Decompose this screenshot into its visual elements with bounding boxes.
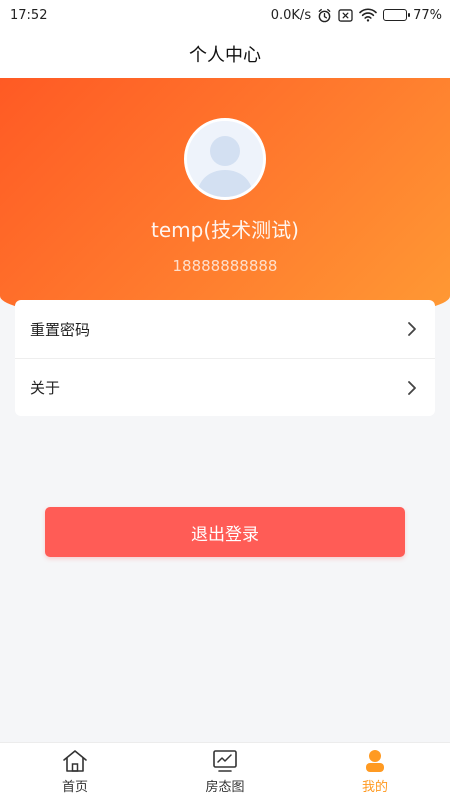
user-icon <box>366 749 384 772</box>
battery-percent: 77% <box>413 7 442 23</box>
wifi-icon <box>359 8 377 22</box>
menu-item-reset-password[interactable]: 重置密码 <box>15 300 435 358</box>
avatar[interactable] <box>184 118 266 200</box>
tab-label: 我的 <box>361 779 388 795</box>
profile-header <box>0 78 450 324</box>
user-phone: 18888888888 <box>172 257 278 275</box>
network-speed: 0.0K/s <box>270 7 312 23</box>
bottom-tab-bar: 首页 房态图 我的 <box>0 742 450 800</box>
menu-item-label: 重置密码 <box>30 320 91 339</box>
home-icon <box>63 749 87 772</box>
chevron-right-icon <box>407 380 417 396</box>
alarm-icon <box>317 8 332 23</box>
user-avatar-icon <box>187 121 263 197</box>
battery-icon <box>383 9 411 21</box>
nav-bar: 个人中心 <box>0 30 450 78</box>
chevron-right-icon <box>407 321 417 337</box>
user-name: temp(技术测试) <box>151 218 299 242</box>
menu-item-about[interactable]: 关于 <box>15 358 435 416</box>
tab-mine[interactable]: 我的 <box>300 743 450 800</box>
status-time: 17:52 <box>10 7 48 23</box>
menu-item-label: 关于 <box>30 379 61 397</box>
status-bar: 17:52 0.0K/s 77% <box>0 0 450 30</box>
logout-button[interactable]: 退出登录 <box>45 507 405 557</box>
tab-label: 房态图 <box>205 779 245 795</box>
page-title: 个人中心 <box>189 45 261 66</box>
settings-menu: 重置密码 关于 <box>15 300 435 416</box>
tab-room-status[interactable]: 房态图 <box>150 743 300 800</box>
status-icons: 0.0K/s 77% <box>271 8 442 23</box>
chart-icon <box>213 749 237 772</box>
tab-label: 首页 <box>61 779 88 795</box>
tab-home[interactable]: 首页 <box>0 743 150 800</box>
sim-disabled-icon <box>338 8 353 22</box>
